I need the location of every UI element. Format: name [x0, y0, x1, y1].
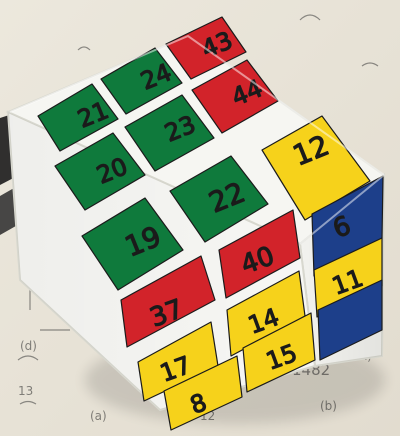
photo-scene: 1482 12 13 (a) (d) (b) x) f2 x [0, 0, 400, 436]
note-13: 13 [18, 384, 33, 398]
note-d: (d) [20, 339, 37, 353]
cube-photo: 1482 12 13 (a) (d) (b) x) f2 x [0, 0, 400, 436]
note-a: (a) [90, 409, 107, 423]
